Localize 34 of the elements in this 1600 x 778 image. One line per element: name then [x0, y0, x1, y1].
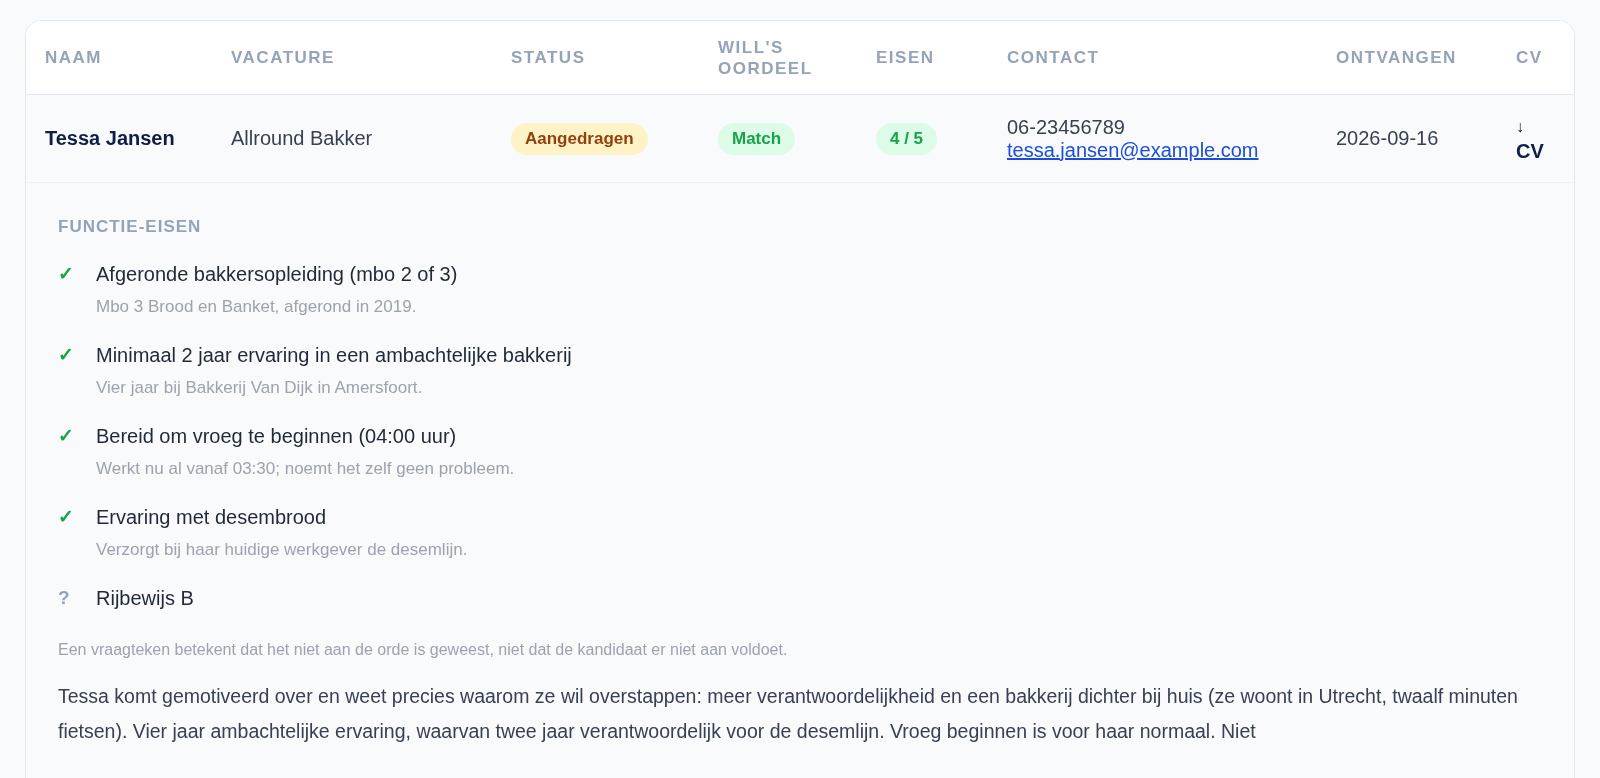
column-header: VACATURE — [231, 47, 335, 68]
received-date: 2026-09-16 — [1336, 127, 1440, 150]
summary-paragraph: Tessa komt gemotiveerd over en weet precies waarom ze wil overstappen: meer verantwoordelijkheid en een bakkerij dichter bij huis (ze woont in Utrecht, twaalf minuten fietsen). Vier jaar ambachtelijke ervaring, waarvan twee jaar verantwoordelijk voor de desemlijn. Vroeg beginnen is voor haar normaal. Niet — [58, 684, 1519, 744]
column-header: ONTVANGEN — [1336, 47, 1457, 68]
footnote-text: Een vraagteken betekent dat het niet aan de orde is geweest, niet dat de kandidaat er niet aan voldoet. — [58, 641, 789, 659]
requirement-title: Minimaal 2 jaar ervaring in een ambachtelijke bakkerij — [96, 343, 572, 368]
requirement-status-mark: ✓ — [58, 424, 74, 448]
requirement-note: Werkt nu al vanaf 03:30; noemt het zelf geen probleem. — [96, 459, 515, 479]
requirement-title: Afgeronde bakkersopleiding (mbo 2 of 3) — [96, 262, 458, 287]
requirement-title: Bereid om vroeg te beginnen (04:00 uur) — [96, 424, 458, 449]
requirement-status-mark: ✓ — [58, 262, 74, 286]
column-header: WILL'S OORDEEL — [718, 36, 814, 79]
verdict-badge: Match — [718, 122, 796, 155]
column-header: NAAM — [45, 47, 102, 68]
status-badge: Aangedragen — [511, 122, 648, 155]
requirement-note: Vier jaar bij Bakkerij Van Dijk in Amersfoort. — [96, 378, 424, 398]
section-heading: FUNCTIE-EISEN — [58, 217, 203, 237]
requirement-note: Verzorgt bij haar huidige werkgever de desemlijn. — [96, 540, 468, 560]
requirement-status-mark: ✓ — [58, 505, 74, 529]
email-link[interactable]: tessa.jansen@example.com — [1007, 138, 1336, 162]
requirement-title: Ervaring met desembrood — [96, 505, 328, 530]
phone-number: 06-23456789 — [1007, 115, 1126, 139]
requirement-status-mark: ✓ — [58, 343, 74, 367]
column-header: EISEN — [876, 47, 935, 68]
column-header: CONTACT — [1007, 47, 1100, 68]
candidate-name: Tessa Jansen — [45, 127, 176, 150]
vacancy-cell-text: Allround Bakker — [231, 127, 374, 150]
requirement-note: Mbo 3 Brood en Banket, afgerond in 2019. — [96, 297, 418, 317]
requirement-status-mark: ? — [58, 586, 71, 610]
requirements-badge: 4 / 5 — [876, 122, 938, 155]
requirement-title: Rijbewijs B — [96, 586, 194, 611]
cv-download-link[interactable]: ↓ CV — [1516, 114, 1544, 163]
column-header: STATUS — [511, 47, 586, 68]
column-header: CV — [1516, 47, 1543, 68]
